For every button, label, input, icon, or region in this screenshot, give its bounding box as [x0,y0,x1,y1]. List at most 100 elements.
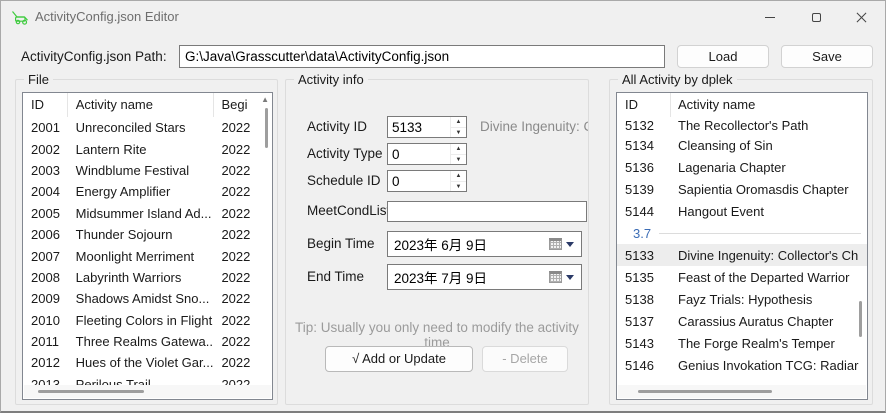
cell-begin: 2022 [214,142,272,157]
cell-id: 5144 [617,204,671,219]
spinner-arrows[interactable]: ▲▼ [450,171,466,191]
vertical-scrollbar[interactable] [859,301,862,337]
group-divider: 3.7 [617,222,867,244]
close-button[interactable] [837,1,885,33]
horizontal-scrollbar[interactable] [638,390,772,393]
activity-type-spinner[interactable]: ▲▼ [387,143,467,165]
table-row[interactable]: 5134Cleansing of Sin [617,134,867,156]
delete-button[interactable]: - Delete [482,346,568,372]
spinner-arrows[interactable]: ▲▼ [450,117,466,137]
cell-id: 5137 [617,314,671,329]
cell-name: Carassius Auratus Chapter [671,314,861,329]
horizontal-scrollbar-track[interactable] [24,385,271,398]
group-divider-line [659,233,861,234]
table-row[interactable]: 5133Divine Ingenuity: Collector's Ch [617,244,867,266]
column-header-name[interactable]: Activity name [68,93,215,117]
activity-id-label: Activity ID [307,116,367,138]
cell-id: 2001 [23,120,68,135]
grasscutter-logo-icon [11,9,30,25]
meetcondlist-input[interactable] [387,201,587,222]
end-time-picker[interactable]: 2023年 7月 9日 [387,264,582,290]
spin-up-icon[interactable]: ▲ [451,171,466,182]
cell-begin: 2022 [214,227,272,242]
table-row[interactable]: 2011Three Realms Gatewa...2022 [23,331,272,352]
column-header-id[interactable]: ID [23,93,68,117]
cell-name: Lantern Rite [68,142,215,157]
table-row[interactable]: 2003Windblume Festival2022 [23,160,272,181]
dropdown-arrow-icon[interactable] [566,275,574,280]
table-row[interactable]: 5146Genius Invokation TCG: Radiar [617,354,867,376]
cell-name: Moonlight Merriment [68,249,215,264]
table-row[interactable]: 2012Hues of the Violet Gar...2022 [23,352,272,373]
cell-id: 2002 [23,142,68,157]
titlebar[interactable]: ActivityConfig.json Editor [1,1,885,33]
cell-name: Lagenaria Chapter [671,160,861,175]
table-row[interactable]: 2004Energy Amplifier2022 [23,181,272,202]
vertical-scrollbar[interactable] [265,108,268,148]
cell-id: 2010 [23,313,68,328]
table-row[interactable]: 2002Lantern Rite2022 [23,138,272,159]
table-row[interactable]: 2009Shadows Amidst Sno...2022 [23,288,272,309]
spin-up-icon[interactable]: ▲ [451,117,466,128]
column-header-id[interactable]: ID [617,93,671,117]
spinner-arrows[interactable]: ▲▼ [450,144,466,164]
cell-begin: 2022 [214,184,272,199]
add-or-update-button[interactable]: √ Add or Update [325,346,473,372]
horizontal-scrollbar-track[interactable] [618,385,866,398]
cell-name: Windblume Festival [68,163,215,178]
all-activity-title: All Activity by dplek [618,72,737,87]
end-time-value: 2023年 7月 9日 [388,267,549,287]
table-row[interactable]: 5144Hangout Event [617,200,867,222]
table-row[interactable]: 5136Lagenaria Chapter [617,156,867,178]
table-row[interactable]: 2010Fleeting Colors in Flight2022 [23,310,272,331]
table-row[interactable]: 5132The Recollector's Path [617,117,867,134]
schedule-id-input[interactable] [388,171,450,191]
all-activity-panel: All Activity by dplek ID Activity name 5… [609,79,873,405]
table-row[interactable]: 2007Moonlight Merriment2022 [23,245,272,266]
table-row[interactable]: 5139Sapientia Oromasdis Chapter [617,178,867,200]
cell-id: 5146 [617,358,671,373]
table-row[interactable]: 5138Fayz Trials: Hypothesis [617,288,867,310]
dropdown-arrow-icon[interactable] [566,242,574,247]
table-row[interactable]: 2001Unreconciled Stars2022 [23,117,272,138]
load-button[interactable]: Load [677,45,769,68]
path-input[interactable] [179,45,665,68]
spin-down-icon[interactable]: ▼ [451,182,466,192]
activity-id-spinner[interactable]: ▲▼ [387,116,467,138]
table-row[interactable]: 2008Labyrinth Warriors2022 [23,267,272,288]
cell-name: The Forge Realm's Temper [671,336,861,351]
begin-time-picker[interactable]: 2023年 6月 9日 [387,231,582,257]
table-row[interactable]: 5143The Forge Realm's Temper [617,332,867,354]
maximize-button[interactable] [793,1,839,33]
table-row[interactable]: 2006Thunder Sojourn2022 [23,224,272,245]
cell-id: 2012 [23,355,68,370]
cell-name: Three Realms Gatewa... [68,334,215,349]
file-panel: File ID Activity name Begi 2001Unreconci… [15,79,278,405]
schedule-id-spinner[interactable]: ▲▼ [387,170,467,192]
spin-up-icon[interactable]: ▲ [451,144,466,155]
begin-time-value: 2023年 6月 9日 [388,234,549,254]
cell-id: 5133 [617,248,671,263]
window-title: ActivityConfig.json Editor [35,9,179,24]
cell-name: Feast of the Departed Warrior [671,270,861,285]
activity-type-input[interactable] [388,144,450,164]
save-button[interactable]: Save [781,45,873,68]
table-row[interactable]: 5135Feast of the Departed Warrior [617,266,867,288]
spin-down-icon[interactable]: ▼ [451,128,466,138]
scroll-up-icon[interactable]: ▲ [261,96,269,104]
cell-name: Thunder Sojourn [68,227,215,242]
file-table-header: ID Activity name Begi [23,93,272,117]
activity-id-input[interactable] [388,117,450,137]
activity-type-label: Activity Type [307,143,383,165]
table-row[interactable]: 5137Carassius Auratus Chapter [617,310,867,332]
cell-id: 2011 [23,334,68,349]
horizontal-scrollbar[interactable] [38,390,144,393]
file-table-body: 2001Unreconciled Stars20222002Lantern Ri… [23,117,272,395]
spin-down-icon[interactable]: ▼ [451,155,466,165]
table-row[interactable]: 2005Midsummer Island Ad...2022 [23,203,272,224]
file-table: ID Activity name Begi 2001Unreconciled S… [22,92,273,400]
column-header-name[interactable]: Activity name [671,93,861,117]
minimize-button[interactable] [747,1,793,33]
cell-id: 2007 [23,249,68,264]
cell-begin: 2022 [214,206,272,221]
